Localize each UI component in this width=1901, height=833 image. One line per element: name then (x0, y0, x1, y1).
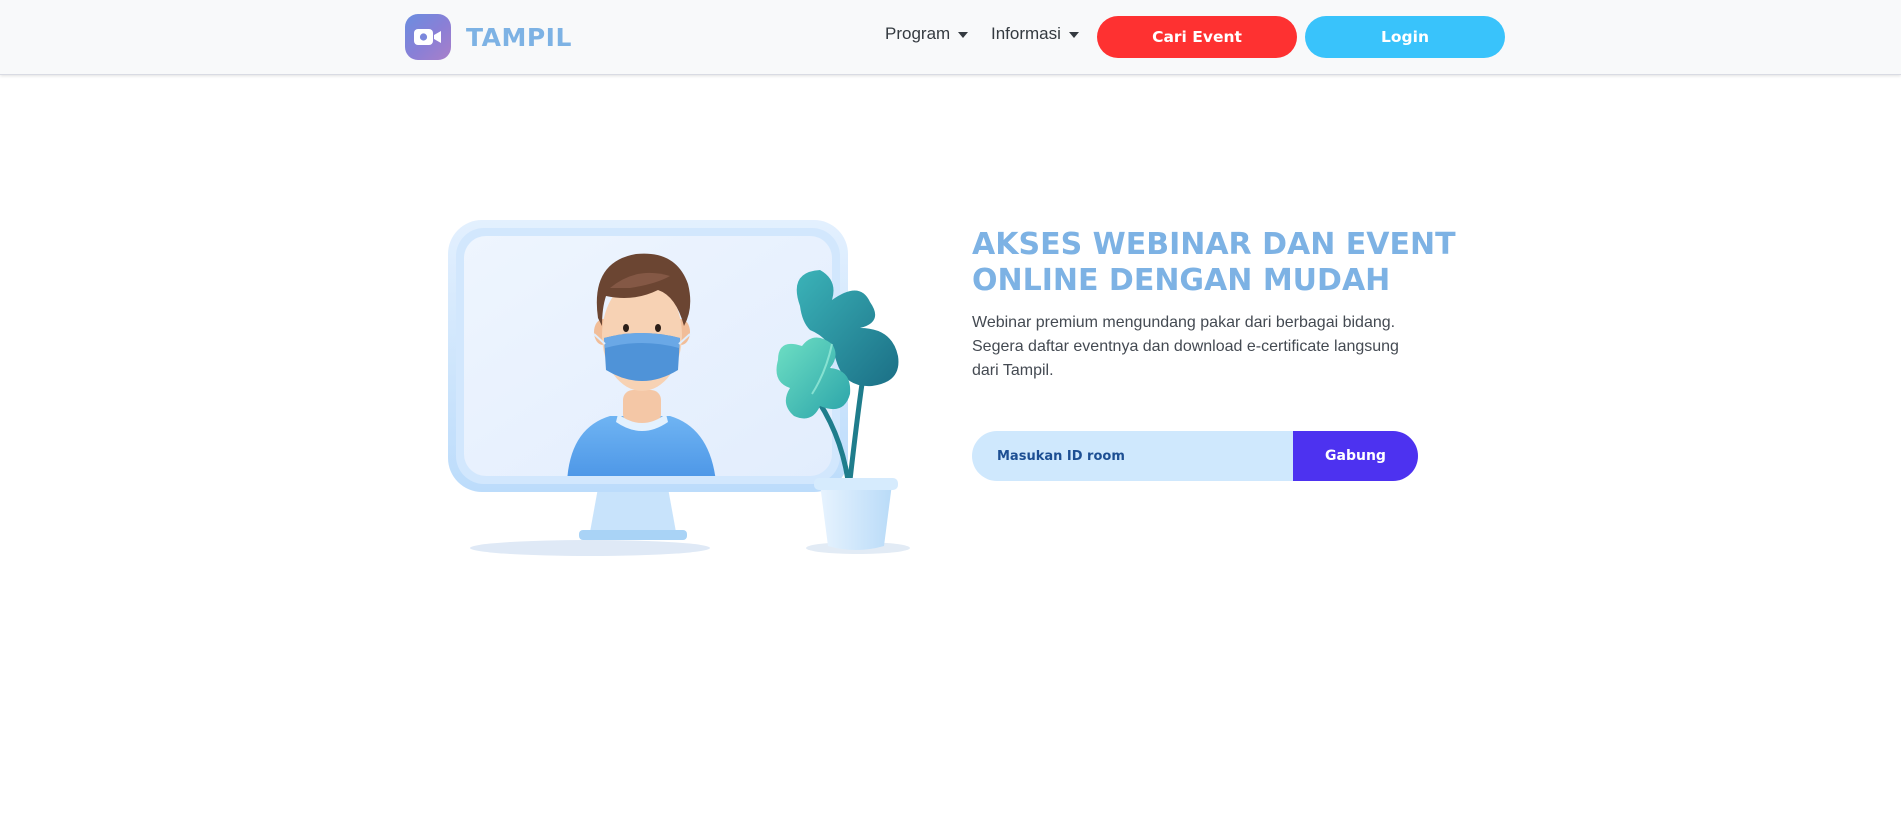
join-button[interactable]: Gabung (1293, 431, 1418, 481)
top-navbar: TAMPIL Program Informasi Cari Event Logi… (0, 0, 1901, 75)
room-id-input[interactable] (972, 431, 1293, 481)
nav-informasi-label: Informasi (991, 24, 1061, 43)
video-camera-icon (405, 14, 451, 60)
hero-headline: AKSES WEBINAR DAN EVENT ONLINE DENGAN MU… (972, 227, 1456, 299)
nav-program-label: Program (885, 24, 951, 43)
join-room-form: Gabung (972, 431, 1418, 481)
masked-person-monitor-plant-illustration (440, 210, 920, 565)
hero-headline-line2: ONLINE DENGAN MUDAH (972, 263, 1391, 298)
brand-link[interactable]: TAMPIL (405, 14, 572, 60)
login-button[interactable]: Login (1305, 16, 1505, 58)
brand-name: TAMPIL (466, 22, 572, 52)
hero-headline-line1: AKSES WEBINAR DAN EVENT (972, 227, 1456, 262)
hero-description: Webinar premium mengundang pakar dari be… (972, 314, 1399, 379)
caret-down-icon (1068, 31, 1079, 38)
cari-event-button[interactable]: Cari Event (1097, 16, 1297, 58)
caret-down-icon (958, 31, 969, 38)
nav-dropdown-informasi[interactable]: Informasi (991, 24, 1079, 44)
nav-dropdown-program[interactable]: Program (885, 24, 969, 44)
